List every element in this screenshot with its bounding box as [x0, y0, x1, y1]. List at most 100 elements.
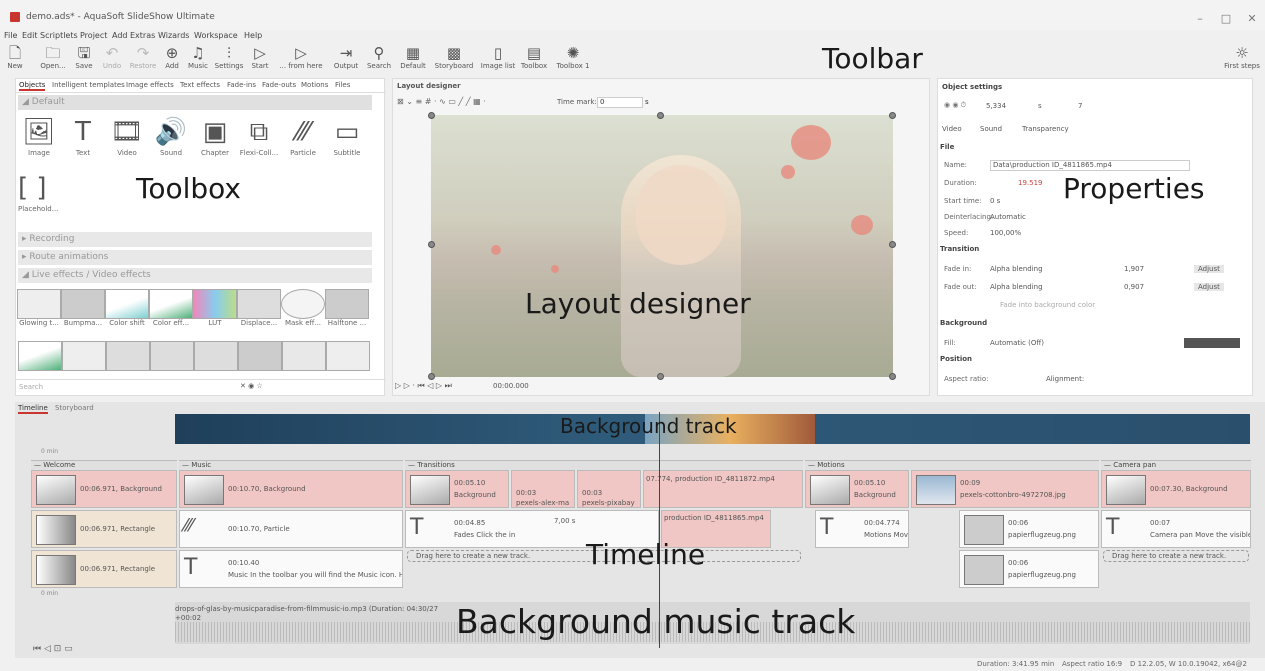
resize-handle[interactable]	[428, 241, 435, 248]
tab-timeline[interactable]: Timeline	[18, 404, 48, 414]
resize-handle[interactable]	[889, 241, 896, 248]
section-recording[interactable]: ▸ Recording	[18, 232, 372, 247]
clip-motions-text[interactable]: T00:04.774Motions Move to	[815, 510, 909, 548]
object-sound[interactable]: 🔊 Sound	[148, 115, 194, 157]
clip-motions-bg[interactable]: 00:05.10 Background	[805, 470, 909, 508]
deinterlacing-value[interactable]: Automatic	[990, 213, 1026, 221]
section-route-animations[interactable]: ▸ Route animations	[18, 250, 372, 265]
effect-glowing[interactable]: Glowing t...	[16, 289, 62, 327]
clip-trans-small1[interactable]: 00:03 pexels-alex-ma	[511, 470, 575, 508]
clip-motions-image[interactable]: 00:09 pexels-cottonbro-4972708.jpg	[911, 470, 1099, 508]
clip-camera-bg[interactable]: 00:07.30, Background	[1101, 470, 1251, 508]
menu-project[interactable]: Project	[80, 31, 107, 40]
object-particle[interactable]: ⁄⁄⁄ Particle	[280, 115, 326, 157]
preview-image[interactable]	[431, 115, 893, 377]
open-button[interactable]: 🗀 Open...	[34, 42, 72, 74]
layout-tools[interactable]: ⊠ ⌄ ≡ # · ∿ ▭ ╱ ╱ ▦ ·	[397, 97, 486, 106]
effect-thumb[interactable]	[194, 341, 238, 371]
effect-thumb[interactable]	[282, 341, 326, 371]
clip-paper2[interactable]: 00:06 papierflugzeug.png	[959, 550, 1099, 588]
layout-toolbox1-button[interactable]: ✺ Toolbox 1	[554, 42, 592, 74]
tab-sound[interactable]: Sound	[980, 125, 1002, 133]
effect-color-effect[interactable]: Color eff...	[148, 289, 194, 327]
tab-storyboard[interactable]: Storyboard	[55, 404, 94, 412]
clip-trans-text[interactable]: T 00:04.85 Fades Click the in 7,00 s	[405, 510, 659, 548]
camera-drag-new-track[interactable]: Drag here to create a new track.	[1103, 550, 1249, 562]
effect-thumb[interactable]	[106, 341, 150, 371]
visibility-toggle[interactable]: ◉ ◉ ⏱	[944, 101, 966, 110]
resize-handle[interactable]	[657, 112, 664, 119]
playhead[interactable]	[659, 412, 660, 648]
resize-handle[interactable]	[889, 373, 896, 380]
music-button[interactable]: ♫ Music	[184, 42, 212, 74]
effect-color-shift[interactable]: Color shift	[104, 289, 150, 327]
settings-button[interactable]: ⫶ Settings	[212, 42, 246, 74]
speed-value[interactable]: 100,00%	[990, 229, 1021, 237]
object-subtitle[interactable]: ▭ Subtitle	[324, 115, 370, 157]
layout-toolbox-button[interactable]: ▤ Toolbox	[518, 42, 550, 74]
restore-button[interactable]: ↷ Restore	[126, 42, 160, 74]
background-track[interactable]	[175, 414, 1250, 444]
object-placeholder[interactable]: [ ] Placehold...	[16, 171, 62, 213]
menu-wizards[interactable]: Wizards	[158, 31, 189, 40]
clip-camera-text[interactable]: T 00:07 Camera pan Move the visible	[1101, 510, 1251, 548]
clip-welcome-rect2[interactable]: 00:06.971, Rectangle	[31, 550, 177, 588]
menu-file[interactable]: File	[4, 31, 17, 40]
maximize-icon[interactable]: □	[1216, 12, 1236, 25]
background-music-track[interactable]: drops-of-glas-by-musicparadise-from-film…	[175, 602, 1250, 644]
menu-extras[interactable]: Extras	[130, 31, 155, 40]
tab-fade-ins[interactable]: Fade-ins	[227, 81, 256, 89]
fade-in-value[interactable]: Alpha blending	[990, 265, 1043, 273]
tab-text-effects[interactable]: Text effects	[180, 81, 220, 89]
search-button[interactable]: ⚲ Search	[364, 42, 394, 74]
effect-displace[interactable]: Displace...	[236, 289, 282, 327]
drag-new-track[interactable]: Drag here to create a new track.	[407, 550, 801, 562]
adjust-fade-out-button[interactable]: Adjust	[1194, 283, 1224, 291]
object-image[interactable]: 🖼 Image	[16, 115, 62, 157]
close-icon[interactable]: ✕	[1242, 12, 1262, 25]
object-video[interactable]: 🎞 Video	[104, 115, 150, 157]
menu-help[interactable]: Help	[244, 31, 262, 40]
tab-intelligent-templates[interactable]: Intelligent templates	[52, 81, 125, 89]
tab-transparency[interactable]: Transparency	[1022, 125, 1069, 133]
resize-handle[interactable]	[657, 373, 664, 380]
effect-mask[interactable]: Mask eff...	[280, 289, 326, 327]
clip-trans-video[interactable]: 07.774, production ID_4811872.mp4	[643, 470, 803, 508]
section-live-effects[interactable]: ◢ Live effects / Video effects	[18, 268, 372, 283]
minimize-icon[interactable]: –	[1190, 12, 1210, 25]
output-button[interactable]: ⇥ Output	[330, 42, 362, 74]
effect-thumb[interactable]	[18, 341, 62, 371]
effect-thumb[interactable]	[150, 341, 194, 371]
effect-halftone[interactable]: Halftone ...	[324, 289, 370, 327]
layout-default-button[interactable]: ▦ Default	[396, 42, 430, 74]
tab-files[interactable]: Files	[335, 81, 350, 89]
section-default[interactable]: ◢ Default	[18, 95, 372, 110]
group-music[interactable]: — Music	[179, 460, 403, 470]
clip-welcome-rect1[interactable]: 00:06.971, Rectangle	[31, 510, 177, 548]
start-from-here-button[interactable]: ▷... from here	[276, 42, 326, 74]
effect-lut[interactable]: LUT	[192, 289, 238, 327]
clip-music-particle[interactable]: ⁄⁄⁄ 00:10.70, Particle	[179, 510, 403, 548]
tab-fade-outs[interactable]: Fade-outs	[262, 81, 296, 89]
group-camera-pan[interactable]: — Camera pan	[1101, 460, 1251, 470]
object-chapter[interactable]: ▣ Chapter	[192, 115, 238, 157]
effect-thumb[interactable]	[62, 341, 106, 371]
fill-color-swatch[interactable]	[1184, 338, 1240, 348]
layout-image-list-button[interactable]: ▯ Image list	[478, 42, 518, 74]
tab-video[interactable]: Video	[942, 125, 962, 133]
resize-handle[interactable]	[889, 112, 896, 119]
object-text[interactable]: T Text	[60, 115, 106, 157]
effect-bumpmap[interactable]: Bumpma...	[60, 289, 106, 327]
start-time-value[interactable]: 0 s	[990, 197, 1000, 205]
object-flexi-collage[interactable]: ⧉ Flexi-Coll...	[236, 115, 282, 157]
clip-paper1[interactable]: 00:06 papierflugzeug.png	[959, 510, 1099, 548]
clear-search-icon[interactable]: ✕ ◉ ☆	[240, 382, 263, 390]
playback-controls[interactable]: ▷ ▷ · ⏮ ◁ ▷ ⏭	[395, 381, 452, 391]
tab-motions[interactable]: Motions	[301, 81, 328, 89]
resize-handle[interactable]	[428, 373, 435, 380]
timeline-nav-controls[interactable]: ⏮ ◁ ⊡ ▭	[33, 644, 73, 654]
resize-handle[interactable]	[428, 112, 435, 119]
clip-trans-small2[interactable]: 00:03 pexels-pixabay	[577, 470, 641, 508]
new-button[interactable]: 🗋 New	[2, 42, 28, 74]
clip-welcome-bg[interactable]: 00:06.971, Background	[31, 470, 177, 508]
